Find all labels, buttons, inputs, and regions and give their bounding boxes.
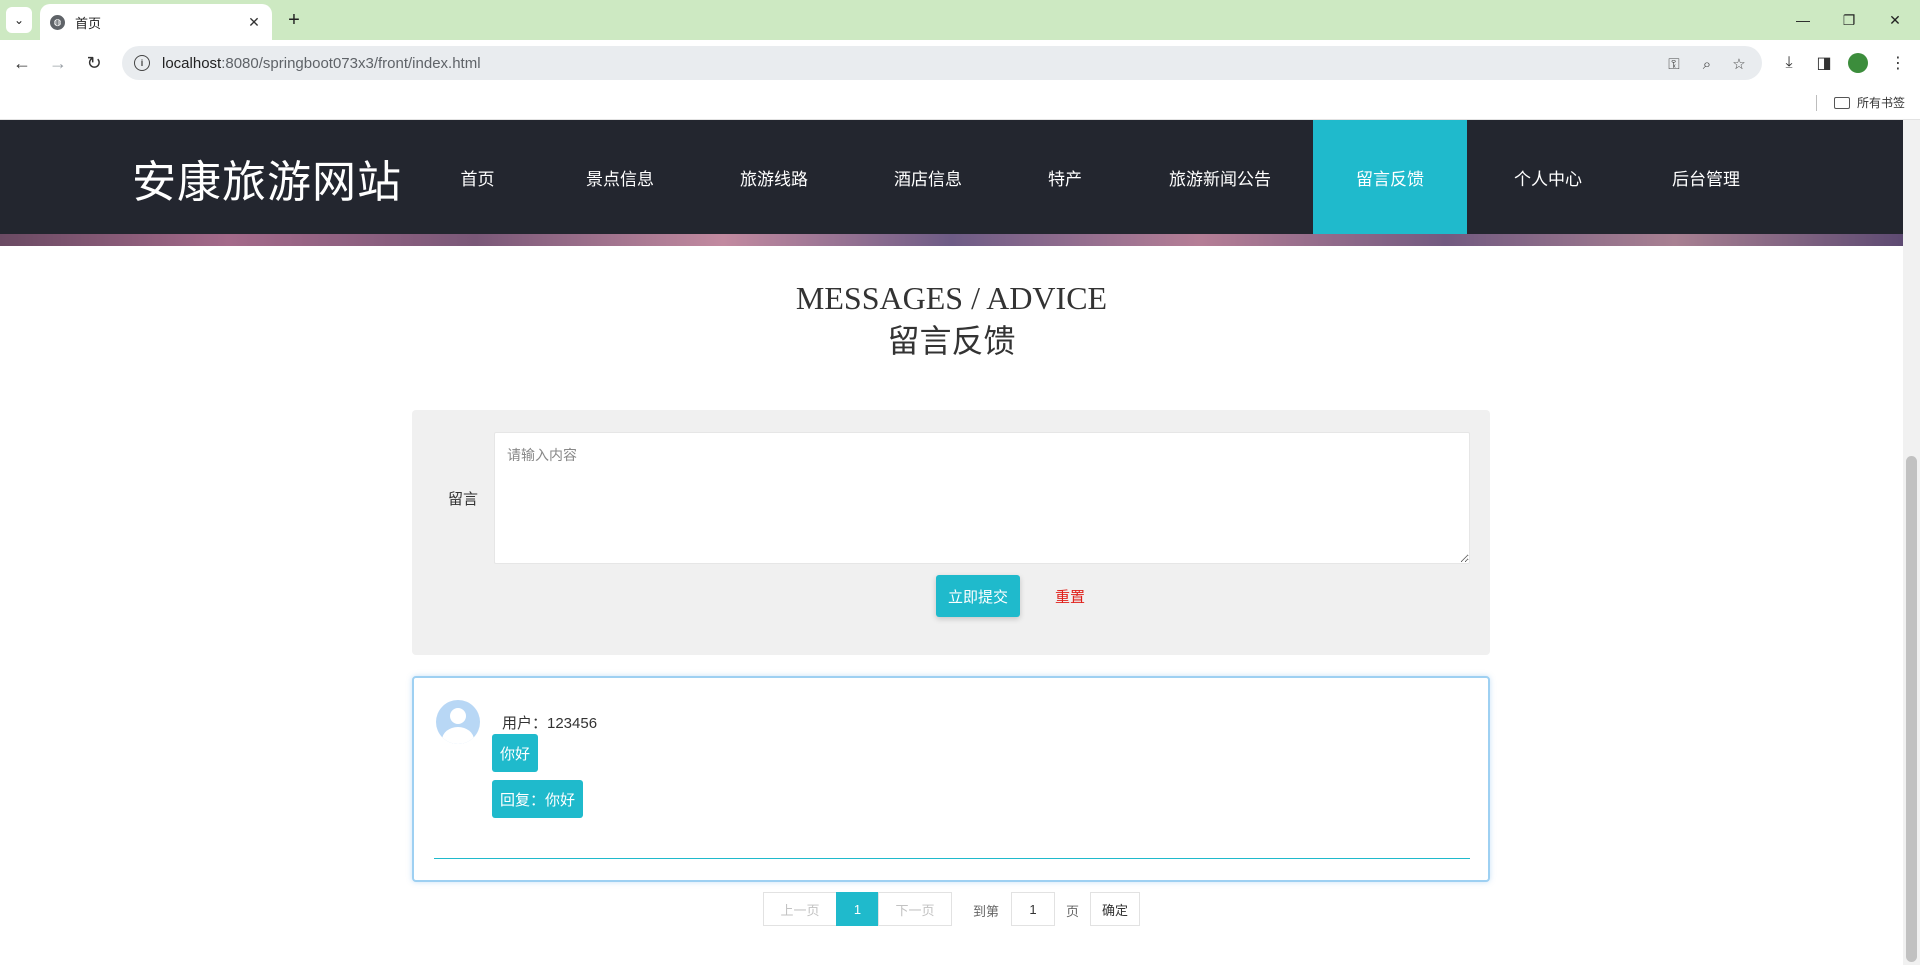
address-bar[interactable]: i localhost:8080/springboot073x3/front/i…: [122, 46, 1762, 80]
prev-page-button[interactable]: 上一页: [763, 892, 837, 926]
minimize-icon[interactable]: —: [1780, 6, 1826, 34]
zoom-icon[interactable]: ⌕: [1697, 54, 1717, 74]
nav-specialties[interactable]: 特产: [1023, 120, 1107, 234]
nav-personal-center[interactable]: 个人中心: [1500, 120, 1596, 234]
more-menu-icon[interactable]: ⋮: [1886, 51, 1910, 75]
banner-image-strip: [0, 234, 1903, 246]
password-key-icon[interactable]: ⚿: [1664, 54, 1684, 74]
message-user: 用户：123456: [502, 715, 598, 732]
all-bookmarks-label: 所有书签: [1857, 96, 1906, 110]
url-host: localhost: [162, 54, 222, 72]
next-page-button[interactable]: 下一页: [878, 892, 952, 926]
nav-routes[interactable]: 旅游线路: [729, 120, 819, 234]
bookmark-star-icon[interactable]: ☆: [1729, 54, 1749, 74]
back-arrow-icon[interactable]: ←: [8, 49, 36, 77]
browser-tab[interactable]: ◍ 首页 ✕: [40, 4, 272, 40]
nav-home[interactable]: 首页: [430, 120, 525, 234]
close-window-icon[interactable]: ✕: [1872, 6, 1918, 34]
all-bookmarks-button[interactable]: 所有书签: [1834, 94, 1905, 111]
message-item: 用户：123456 你好 回复：你好: [412, 676, 1490, 882]
url-text: localhost:8080/springboot073x3/front/ind…: [162, 55, 481, 72]
bookmarks-divider: [1816, 95, 1817, 111]
user-avatar-icon: [436, 700, 480, 744]
message-field-label: 留言: [448, 491, 479, 508]
tab-search-chevron-icon[interactable]: ⌄: [6, 7, 32, 33]
scrollbar-thumb[interactable]: [1906, 456, 1917, 962]
new-tab-plus-icon[interactable]: +: [282, 8, 306, 32]
nav-admin[interactable]: 后台管理: [1658, 120, 1754, 234]
message-content: 你好: [492, 734, 539, 772]
site-info-icon[interactable]: i: [134, 55, 150, 71]
restore-icon[interactable]: ❐: [1826, 6, 1872, 34]
url-path: :8080/springboot073x3/front/index.html: [221, 54, 481, 72]
message-reply: 回复：你好: [492, 780, 584, 818]
page-suffix-label: 页: [1066, 904, 1080, 919]
message-divider: [434, 858, 1470, 859]
goto-page-input[interactable]: [1011, 892, 1055, 926]
nav-news[interactable]: 旅游新闻公告: [1153, 120, 1287, 234]
nav-feedback[interactable]: 留言反馈: [1313, 120, 1467, 234]
folder-icon: [1834, 96, 1850, 109]
browser-tab-bar: ⌄ ◍ 首页 ✕ + — ❐ ✕: [0, 0, 1920, 40]
nav-attractions[interactable]: 景点信息: [575, 120, 665, 234]
section-heading-en: MESSAGES / ADVICE: [795, 280, 1108, 316]
tab-title: 首页: [75, 15, 102, 31]
page-viewport: 安康旅游网站 首页 景点信息 旅游线路 酒店信息 特产 旅游新闻公告 留言反馈 …: [0, 120, 1903, 965]
goto-label: 到第: [973, 904, 1000, 919]
profile-avatar-icon[interactable]: [1846, 51, 1870, 75]
pagination: 上一页 1 下一页 到第 页 确定: [0, 892, 1903, 926]
page-number-current[interactable]: 1: [836, 892, 879, 926]
message-form: 留言 立即提交 重置: [412, 410, 1490, 655]
download-icon[interactable]: ⤓: [1777, 51, 1801, 75]
page-scrollbar[interactable]: [1903, 120, 1920, 965]
browser-toolbar: ← → ↻ i localhost:8080/springboot073x3/f…: [0, 40, 1920, 86]
site-logo[interactable]: 安康旅游网站: [132, 146, 402, 210]
message-textarea[interactable]: [494, 432, 1470, 564]
reset-button[interactable]: 重置: [1042, 575, 1098, 617]
forward-arrow-icon[interactable]: →: [44, 49, 72, 77]
section-heading-zh: 留言反馈: [887, 322, 1016, 360]
side-panel-icon[interactable]: ◨: [1812, 51, 1836, 75]
goto-confirm-button[interactable]: 确定: [1090, 892, 1140, 926]
reload-icon[interactable]: ↻: [80, 49, 108, 77]
bookmarks-bar: 所有书签: [0, 86, 1920, 120]
globe-icon: ◍: [50, 14, 65, 30]
site-header: 安康旅游网站 首页 景点信息 旅游线路 酒店信息 特产 旅游新闻公告 留言反馈 …: [0, 120, 1903, 234]
nav-hotels[interactable]: 酒店信息: [883, 120, 973, 234]
submit-button[interactable]: 立即提交: [936, 575, 1020, 617]
close-tab-icon[interactable]: ✕: [244, 12, 264, 32]
